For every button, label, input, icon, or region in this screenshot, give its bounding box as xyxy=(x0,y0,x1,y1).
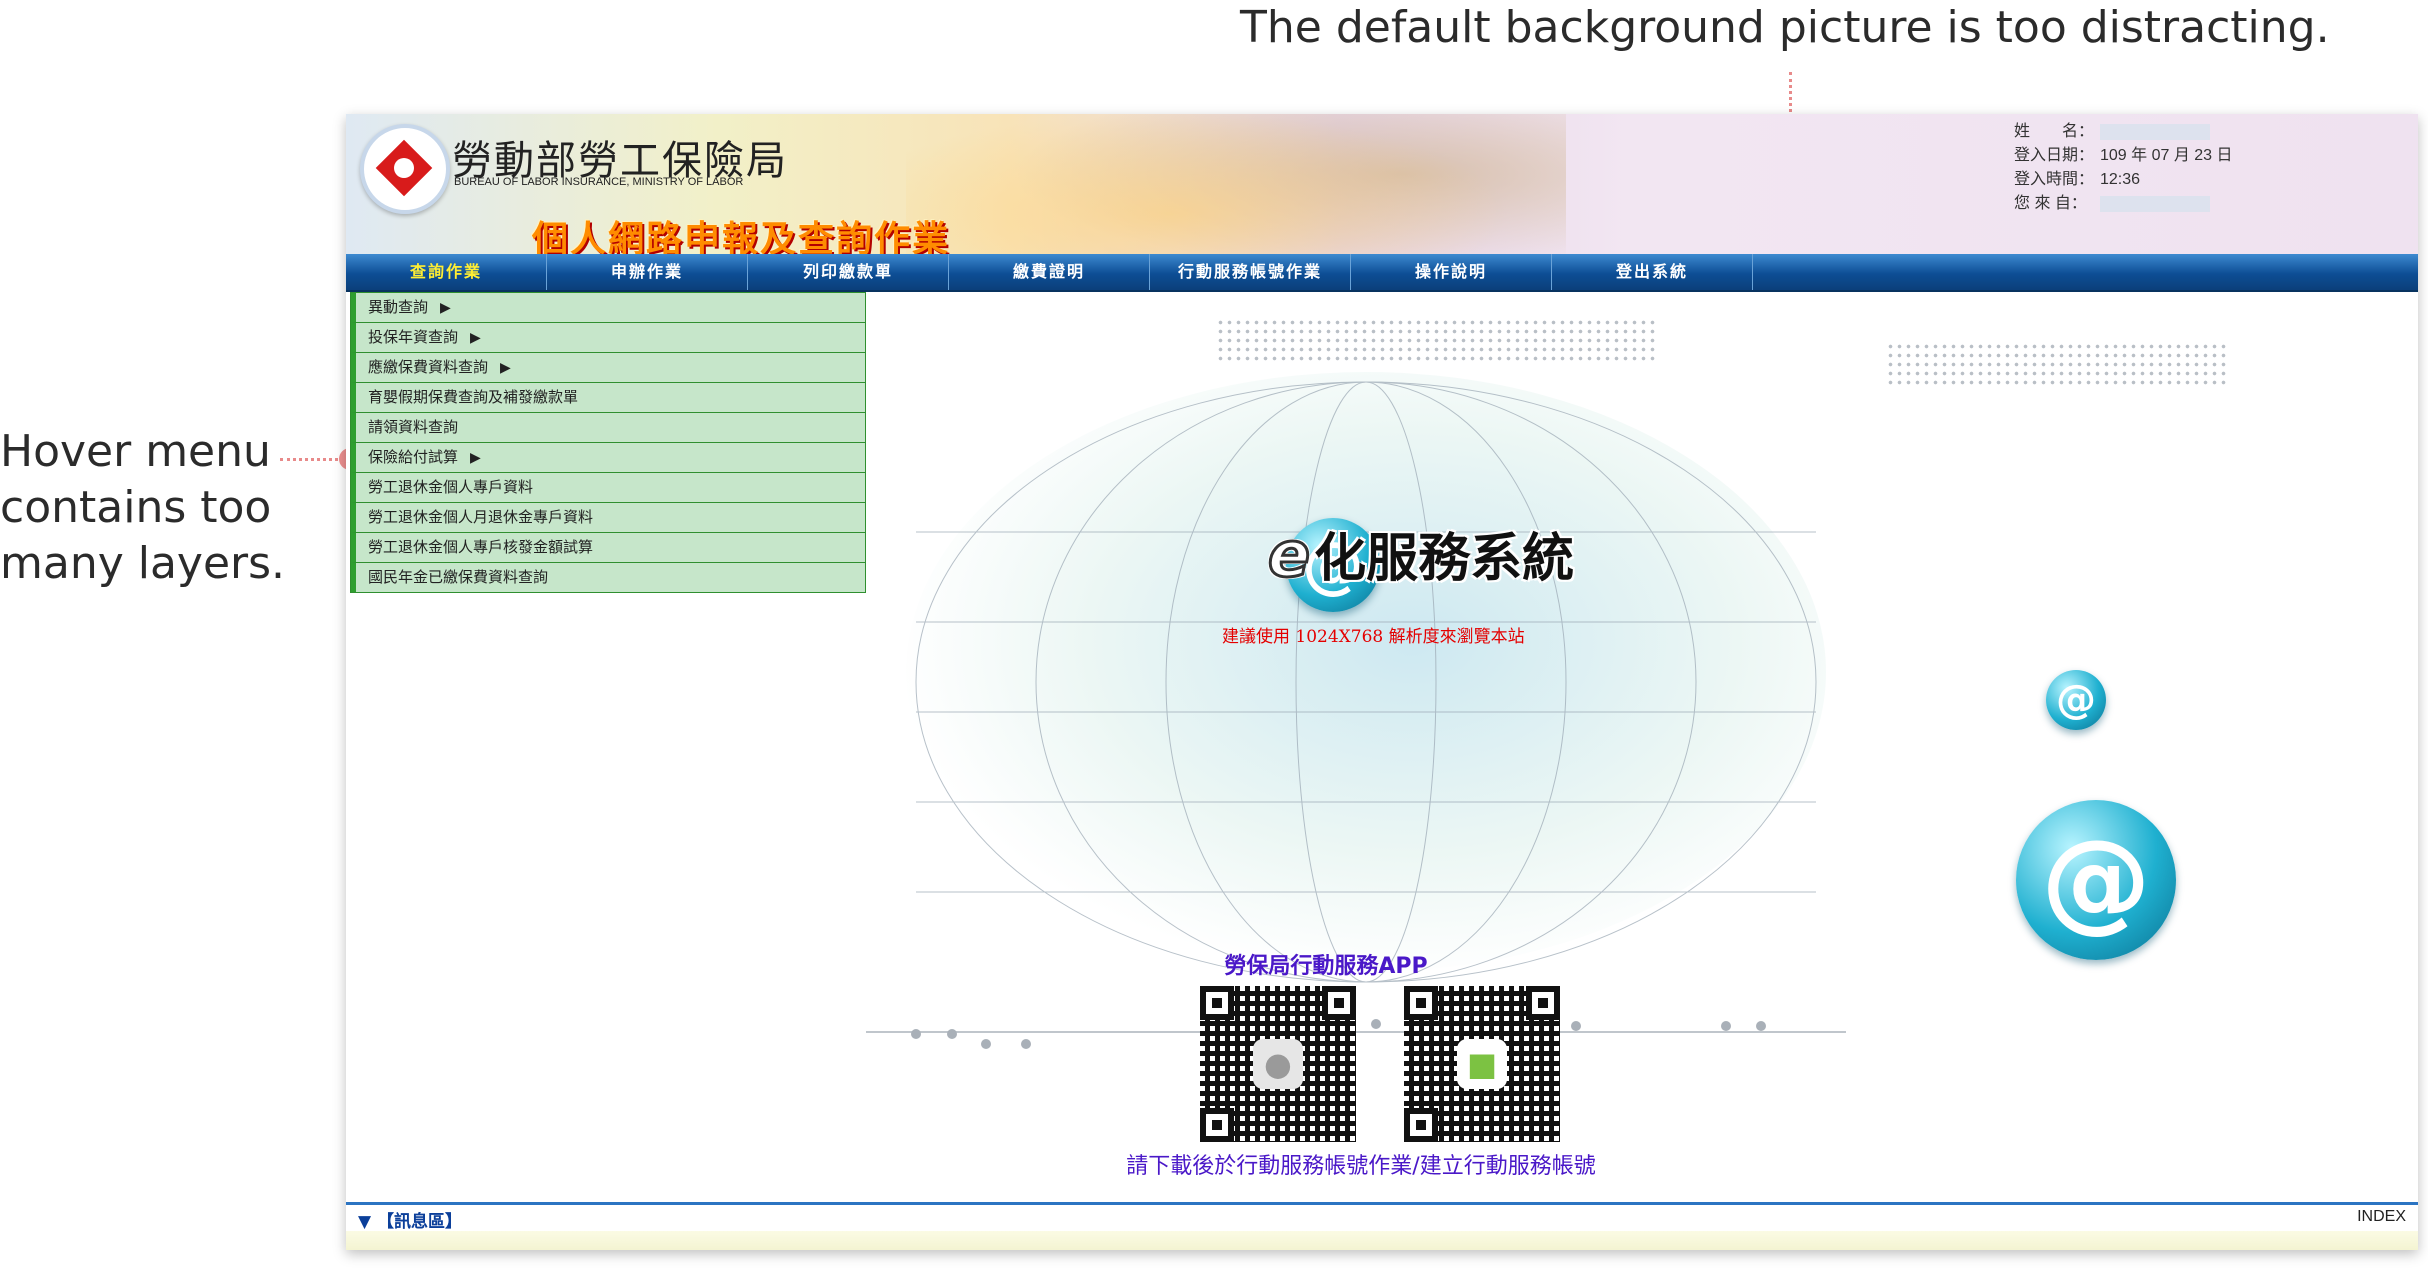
login-date-row: 登入日期： 109 年 07 月 23 日 xyxy=(2014,144,2233,168)
submenu-arrow-icon: ▶ xyxy=(470,450,481,466)
menu-item-label: 勞工退休金個人專戶核發金額試算 xyxy=(368,538,594,556)
footer-strip xyxy=(346,1231,2418,1250)
from-row: 您 來 自： xyxy=(2014,192,2233,216)
menu-item-change-query[interactable]: 異動查詢 ▶ xyxy=(351,293,865,323)
resolution-note: 建議使用 1024X768 解析度來瀏覽本站 xyxy=(1222,627,1525,647)
menu-item-pension-calc[interactable]: 勞工退休金個人專戶核發金額試算 xyxy=(351,533,865,563)
submenu-arrow-icon: ▶ xyxy=(470,330,481,346)
dotted-texture xyxy=(1216,318,1656,362)
e-service-title: e化服務系統 xyxy=(1266,516,1575,593)
nav-query[interactable]: 查詢作業 xyxy=(346,254,547,290)
qr-finder xyxy=(1526,986,1560,1020)
login-date-label: 登入日期： xyxy=(2014,147,2095,164)
page-header: 勞動部勞工保險局 BUREAU OF LABOR INSURANCE, MINI… xyxy=(346,114,2418,254)
qr-finder xyxy=(1200,1108,1234,1142)
ios-qr-code[interactable]: ● xyxy=(1200,986,1356,1142)
annotation-line: contains too xyxy=(0,482,272,533)
org-name-english: BUREAU OF LABOR INSURANCE, MINISTRY OF L… xyxy=(454,176,744,188)
login-time-label: 登入時間： xyxy=(2014,171,2095,188)
e-logo-icon: e xyxy=(1266,517,1311,593)
from-label: 您 來 自： xyxy=(2014,195,2087,212)
menu-item-label: 育嬰假期保費查詢及補發繳款單 xyxy=(368,388,579,406)
nav-logout[interactable]: 登出系統 xyxy=(1552,254,1753,290)
android-icon: ■ xyxy=(1457,1039,1507,1089)
android-qr-code[interactable]: ■ xyxy=(1404,986,1560,1142)
at-symbol-icon: @ xyxy=(2046,670,2106,730)
dotted-texture xyxy=(1886,342,2226,386)
background-world-graphic: @ @ @ xyxy=(856,292,2226,1062)
qr-finder xyxy=(1404,1108,1438,1142)
mobile-app-heading: 勞保局行動服務APP xyxy=(1224,954,1428,979)
globe-gridlines xyxy=(866,381,1846,1049)
menu-item-label: 勞工退休金個人專戶資料 xyxy=(368,478,534,496)
menu-item-claims-query[interactable]: 請領資料查詢 xyxy=(351,413,865,443)
message-zone-toggle[interactable]: ▼ 【訊息區】 xyxy=(358,1207,462,1232)
menu-item-label: 應繳保費資料查詢 xyxy=(368,358,489,376)
nav-mobile-account[interactable]: 行動服務帳號作業 xyxy=(1150,254,1351,290)
login-time-value: 12:36 xyxy=(2100,171,2141,188)
at-symbol-icon: @ xyxy=(2016,800,2176,960)
message-bar: ▼ 【訊息區】 INDEX xyxy=(346,1202,2418,1232)
app-window: 勞動部勞工保險局 BUREAU OF LABOR INSURANCE, MINI… xyxy=(346,114,2418,1250)
user-info: 姓 名： 登入日期： 109 年 07 月 23 日 登入時間： 12:36 您… xyxy=(2014,120,2233,216)
qr-finder xyxy=(1200,986,1234,1020)
menu-item-label: 異動查詢 xyxy=(368,298,429,316)
login-date-value: 109 年 07 月 23 日 xyxy=(2100,147,2233,164)
annotation-hover-menu-layers: Hover menu contains too many layers. xyxy=(0,424,286,592)
menu-item-label: 勞工退休金個人月退休金專戶資料 xyxy=(368,508,594,526)
login-time-row: 登入時間： 12:36 xyxy=(2014,168,2233,192)
menu-item-pension-account[interactable]: 勞工退休金個人專戶資料 xyxy=(351,473,865,503)
menu-item-insured-years[interactable]: 投保年資查詢 ▶ xyxy=(351,323,865,353)
annotation-background-too-distracting: The default background picture is too di… xyxy=(1240,2,2330,53)
menu-item-monthly-pension[interactable]: 勞工退休金個人月退休金專戶資料 xyxy=(351,503,865,533)
query-dropdown-menu: 異動查詢 ▶ 投保年資查詢 ▶ 應繳保費資料查詢 ▶ 育嬰假期保費查詢及補發繳款單 請… xyxy=(350,292,866,593)
qr-finder xyxy=(1322,986,1356,1020)
menu-item-national-pension[interactable]: 國民年金已繳保費資料查詢 xyxy=(351,563,865,592)
annotation-line: Hover menu xyxy=(0,426,271,477)
menu-item-label: 請領資料查詢 xyxy=(368,418,459,436)
header-decoration xyxy=(906,114,1566,254)
submenu-arrow-icon: ▶ xyxy=(500,360,511,376)
service-title-text: 化服務系統 xyxy=(1314,529,1575,589)
user-name-row: 姓 名： xyxy=(2014,120,2233,144)
index-label: INDEX xyxy=(2357,1208,2406,1225)
nav-print-bill[interactable]: 列印繳款單 xyxy=(748,254,949,290)
menu-item-label: 投保年資查詢 xyxy=(368,328,459,346)
menu-item-parental-leave[interactable]: 育嬰假期保費查詢及補發繳款單 xyxy=(351,383,865,413)
qr-finder xyxy=(1404,986,1438,1020)
menu-item-premium-due[interactable]: 應繳保費資料查詢 ▶ xyxy=(351,353,865,383)
main-nav: 查詢作業 申辦作業 列印繳款單 繳費證明 行動服務帳號作業 操作說明 登出系統 xyxy=(346,254,2418,292)
logo-center-icon xyxy=(394,158,414,178)
download-instruction: 請下載後於行動服務帳號作業/建立行動服務帳號 xyxy=(1126,1154,1596,1179)
menu-item-label: 保險給付試算 xyxy=(368,448,459,466)
submenu-arrow-icon: ▶ xyxy=(440,300,451,316)
menu-item-label: 國民年金已繳保費資料查詢 xyxy=(368,568,549,586)
bureau-logo[interactable] xyxy=(360,124,450,214)
from-masked xyxy=(2100,196,2210,212)
user-name-label: 姓 名： xyxy=(2014,123,2095,140)
apple-icon: ● xyxy=(1253,1039,1303,1089)
user-name-masked xyxy=(2100,124,2210,140)
menu-item-benefit-calc[interactable]: 保險給付試算 ▶ xyxy=(351,443,865,473)
nav-apply[interactable]: 申辦作業 xyxy=(547,254,748,290)
annotation-line: many layers. xyxy=(0,538,286,589)
nav-instructions[interactable]: 操作說明 xyxy=(1351,254,1552,290)
nav-payment-proof[interactable]: 繳費證明 xyxy=(949,254,1150,290)
app-title: 個人網路申報及查詢作業 xyxy=(532,218,951,254)
